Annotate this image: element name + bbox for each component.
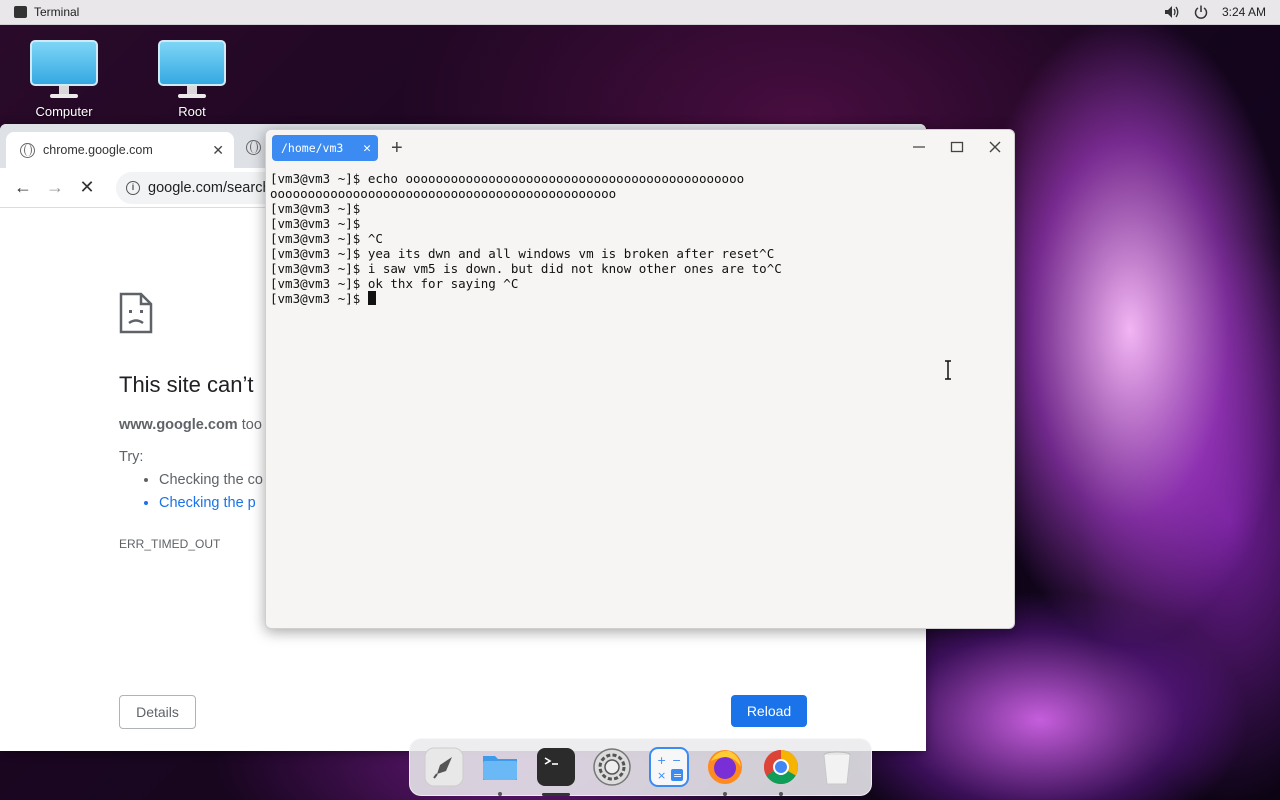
active-app-name: Terminal (34, 5, 80, 19)
reload-button[interactable]: Reload (731, 695, 807, 727)
desktop-icon-computer[interactable]: Computer (19, 40, 109, 119)
details-button[interactable]: Details (119, 695, 196, 729)
terminal-prompt: [vm3@vm3 ~]$ (270, 291, 368, 306)
monitor-icon (30, 40, 98, 86)
settings-icon (593, 748, 632, 786)
dock-files[interactable] (479, 746, 521, 796)
globe-icon[interactable] (246, 140, 261, 155)
try-label: Try: (119, 449, 144, 465)
error-host: www.google.com too (119, 417, 262, 433)
terminal-app-icon (14, 6, 27, 18)
minimize-button[interactable] (910, 136, 928, 158)
files-icon (483, 756, 518, 780)
back-button[interactable]: ← (12, 177, 34, 199)
forward-button[interactable]: → (44, 177, 66, 199)
maximize-button[interactable] (948, 136, 966, 158)
chrome-tab-active[interactable]: chrome.google.com ✕ (6, 132, 234, 168)
clock[interactable]: 3:24 AM (1222, 5, 1266, 19)
terminal-icon (537, 748, 576, 786)
running-indicator (778, 792, 783, 796)
firefox-icon (707, 750, 742, 784)
desktop-icon-label: Computer (35, 104, 93, 119)
error-code: ERR_TIMED_OUT (119, 537, 221, 551)
error-host-name: www.google.com (119, 417, 238, 433)
top-panel: Terminal 3:24 AM (0, 0, 1280, 25)
active-indicator (542, 793, 571, 796)
running-indicator (722, 792, 727, 796)
terminal-line: [vm3@vm3 ~]$ (270, 216, 361, 231)
minimize-icon (913, 146, 925, 148)
dock-terminal[interactable] (535, 746, 577, 796)
dock-firefox[interactable] (704, 746, 746, 796)
svg-text:+: + (657, 754, 666, 767)
terminal-prompt-line: [vm3@vm3 ~]$ (270, 291, 1010, 306)
window-controls (910, 136, 1004, 158)
terminal-line: [vm3@vm3 ~]$ (270, 201, 361, 216)
terminal-titlebar: /home/vm3 ✕ + (266, 130, 1014, 167)
terminal-line: [vm3@vm3 ~]$ echo oooooooooooooooooooooo… (270, 171, 745, 186)
desktop-icon-label: Root (178, 104, 206, 119)
terminal-tab-title: /home/vm3 (281, 141, 344, 155)
error-host-rest: too (237, 417, 262, 433)
suggestion-item: Checking the co (159, 472, 263, 488)
suggestion-list: Checking the co Checking the p (159, 472, 263, 518)
dock-trash[interactable] (816, 746, 858, 788)
dock-calculator[interactable]: + − × = (648, 746, 690, 788)
info-icon[interactable]: i (126, 180, 140, 195)
terminal-line: [vm3@vm3 ~]$ ^C (270, 231, 383, 246)
desktop-icon-root[interactable]: Root (147, 40, 237, 119)
close-icon (989, 141, 1001, 153)
terminal-line: [vm3@vm3 ~]$ yea its dwn and all windows… (270, 246, 775, 261)
maximize-icon (950, 141, 964, 153)
trash-icon (823, 751, 851, 785)
terminal-line: [vm3@vm3 ~]$ ok thx for saying ^C (270, 276, 519, 291)
close-button[interactable] (986, 136, 1004, 158)
terminal-line: oooooooooooooooooooooooooooooooooooooooo… (270, 186, 617, 201)
dock-settings[interactable] (591, 746, 633, 788)
suggestion-link[interactable]: Checking the p (159, 495, 263, 511)
terminal-window: /home/vm3 ✕ + [vm3@vm3 ~]$ echo oooooooo… (265, 129, 1015, 629)
text-cursor (367, 291, 376, 305)
terminal-tab-active[interactable]: /home/vm3 ✕ (272, 135, 378, 161)
close-tab-icon[interactable]: ✕ (363, 141, 371, 156)
terminal-output[interactable]: [vm3@vm3 ~]$ echo oooooooooooooooooooooo… (270, 171, 1010, 624)
terminal-line: [vm3@vm3 ~]$ i saw vm5 is down. but did … (270, 261, 782, 276)
tab-title: chrome.google.com (43, 143, 153, 157)
close-tab-icon[interactable]: ✕ (212, 142, 224, 159)
launcher-icon (424, 747, 464, 787)
volume-icon[interactable] (1164, 5, 1180, 19)
monitor-icon (158, 40, 226, 86)
error-title: This site can’t (119, 372, 254, 397)
stop-loading-button[interactable]: ✕ (76, 177, 98, 199)
power-icon[interactable] (1194, 5, 1208, 19)
calculator-icon: + − × = (648, 747, 689, 787)
globe-icon (20, 142, 35, 158)
ibeam-cursor-icon (945, 360, 951, 380)
chrome-icon (763, 750, 798, 784)
dock-launcher[interactable] (423, 746, 465, 788)
dock: + − × = (409, 738, 872, 796)
new-tab-button[interactable]: + (391, 137, 403, 160)
svg-text:−: − (672, 754, 681, 767)
dock-chrome[interactable] (760, 746, 802, 796)
running-indicator (498, 792, 503, 796)
system-tray: 3:24 AM (1164, 5, 1280, 19)
address-text: google.com/search (148, 179, 271, 196)
sad-document-icon (119, 292, 153, 334)
svg-text:×: × (657, 769, 666, 782)
active-app-indicator[interactable]: Terminal (0, 5, 79, 19)
svg-text:=: = (673, 769, 682, 782)
